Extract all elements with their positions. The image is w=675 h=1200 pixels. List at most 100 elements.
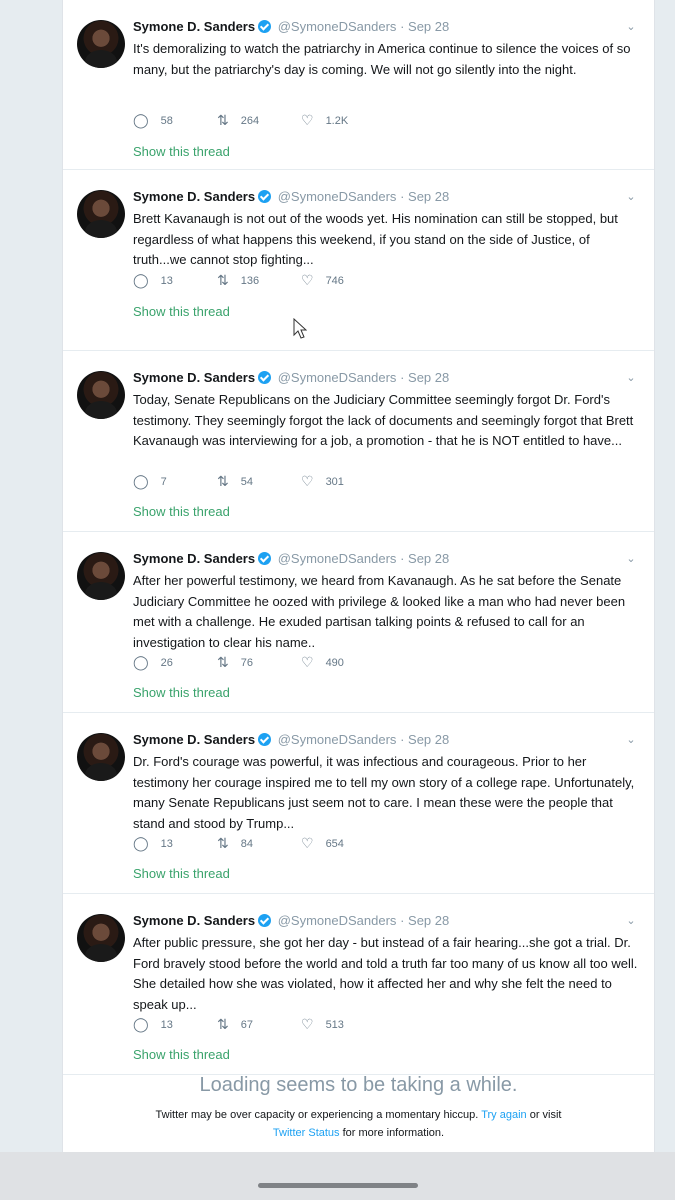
reply-button[interactable]: ◯ 26	[133, 654, 217, 671]
loading-line2-suffix: for more information.	[342, 1127, 445, 1139]
reply-button[interactable]: ◯ 58	[133, 112, 217, 129]
tweet-header: Symone D. Sanders @SymoneDSanders · Sep …	[133, 369, 638, 387]
author-name[interactable]: Symone D. Sanders	[133, 370, 255, 385]
avatar[interactable]	[77, 371, 125, 419]
retweet-button[interactable]: ⇅ 67	[217, 1016, 301, 1033]
show-thread-link[interactable]: Show this thread	[133, 866, 230, 881]
show-thread-link[interactable]: Show this thread	[133, 1047, 230, 1062]
chevron-down-icon[interactable]: ⌄	[624, 914, 638, 928]
tweet-actions: ◯ 26 ⇅ 76 ♡ 490	[133, 654, 385, 671]
tweet-text: After her powerful testimony, we heard f…	[133, 573, 626, 650]
tweet[interactable]: Symone D. Sanders @SymoneDSanders · Sep …	[63, 351, 654, 532]
tweet-header: Symone D. Sanders @SymoneDSanders · Sep …	[133, 731, 638, 749]
reply-button[interactable]: ◯ 13	[133, 1016, 217, 1033]
like-button[interactable]: ♡ 746	[301, 272, 385, 289]
author-name[interactable]: Symone D. Sanders	[133, 551, 255, 566]
tweet-date[interactable]: Sep 28	[408, 189, 449, 204]
reply-button[interactable]: ◯ 13	[133, 272, 217, 289]
author-handle[interactable]: @SymoneDSanders	[278, 370, 397, 385]
tweet-actions: ◯ 13 ⇅ 67 ♡ 513	[133, 1016, 385, 1033]
tweet-date[interactable]: Sep 28	[408, 913, 449, 928]
tweet-header: Symone D. Sanders @SymoneDSanders · Sep …	[133, 18, 638, 36]
try-again-link[interactable]: Try again	[481, 1109, 526, 1121]
author-handle[interactable]: @SymoneDSanders	[278, 913, 397, 928]
tweet-date[interactable]: Sep 28	[408, 732, 449, 747]
author-handle[interactable]: @SymoneDSanders	[278, 551, 397, 566]
like-button[interactable]: ♡ 513	[301, 1016, 385, 1033]
separator-dot: ·	[400, 19, 405, 34]
avatar[interactable]	[77, 190, 125, 238]
chevron-down-icon[interactable]: ⌄	[624, 733, 638, 747]
avatar[interactable]	[77, 20, 125, 68]
tweet[interactable]: Symone D. Sanders @SymoneDSanders · Sep …	[63, 170, 654, 351]
tweet[interactable]: Symone D. Sanders @SymoneDSanders · Sep …	[63, 894, 654, 1075]
loading-message: Twitter may be over capacity or experien…	[63, 1106, 654, 1142]
tweet[interactable]: Symone D. Sanders @SymoneDSanders · Sep …	[63, 0, 654, 170]
author-handle[interactable]: @SymoneDSanders	[278, 189, 397, 204]
loading-notice: Loading seems to be taking a while. Twit…	[63, 1070, 654, 1142]
author-handle[interactable]: @SymoneDSanders	[278, 732, 397, 747]
reply-icon: ◯	[133, 1016, 149, 1032]
heart-icon: ♡	[301, 473, 314, 489]
retweet-button[interactable]: ⇅ 54	[217, 473, 301, 490]
tweet-date[interactable]: Sep 28	[408, 19, 449, 34]
timeline: Symone D. Sanders @SymoneDSanders · Sep …	[62, 0, 655, 1152]
like-button[interactable]: ♡ 490	[301, 654, 385, 671]
like-count: 746	[325, 274, 344, 287]
reply-button[interactable]: ◯ 7	[133, 473, 217, 490]
retweet-button[interactable]: ⇅ 84	[217, 835, 301, 852]
show-thread-link[interactable]: Show this thread	[133, 144, 230, 159]
retweet-button[interactable]: ⇅ 264	[217, 112, 301, 129]
reply-icon: ◯	[133, 654, 149, 670]
heart-icon: ♡	[301, 1016, 314, 1032]
avatar[interactable]	[77, 552, 125, 600]
reply-icon: ◯	[133, 112, 149, 128]
retweet-icon: ⇅	[217, 473, 229, 489]
verified-badge-icon	[258, 20, 272, 33]
author-name[interactable]: Symone D. Sanders	[133, 732, 255, 747]
like-button[interactable]: ♡ 301	[301, 473, 385, 490]
loading-title: Loading seems to be taking a while.	[199, 1074, 518, 1096]
retweet-count: 54	[240, 475, 253, 488]
tweet[interactable]: Symone D. Sanders @SymoneDSanders · Sep …	[63, 713, 654, 894]
author-name[interactable]: Symone D. Sanders	[133, 19, 255, 34]
verified-badge-icon	[258, 733, 272, 746]
author-name[interactable]: Symone D. Sanders	[133, 189, 255, 204]
author-handle[interactable]: @SymoneDSanders	[278, 19, 397, 34]
like-button[interactable]: ♡ 654	[301, 835, 385, 852]
retweet-icon: ⇅	[217, 272, 229, 288]
tweet-body: Symone D. Sanders @SymoneDSanders · Sep …	[133, 550, 638, 653]
home-indicator[interactable]	[258, 1183, 418, 1188]
retweet-button[interactable]: ⇅ 76	[217, 654, 301, 671]
chevron-down-icon[interactable]: ⌄	[624, 371, 638, 385]
tweet-actions: ◯ 58 ⇅ 264 ♡ 1.2K	[133, 112, 385, 129]
tweet-text: After public pressure, she got her day -…	[133, 935, 638, 1012]
avatar[interactable]	[77, 914, 125, 962]
chevron-down-icon[interactable]: ⌄	[624, 552, 638, 566]
show-thread-link[interactable]: Show this thread	[133, 685, 230, 700]
show-thread-link[interactable]: Show this thread	[133, 304, 230, 319]
heart-icon: ♡	[301, 835, 314, 851]
verified-badge-icon	[258, 371, 272, 384]
separator-dot: ·	[400, 913, 405, 928]
reply-button[interactable]: ◯ 13	[133, 835, 217, 852]
retweet-button[interactable]: ⇅ 136	[217, 272, 301, 289]
show-thread-link[interactable]: Show this thread	[133, 504, 230, 519]
tweet-date[interactable]: Sep 28	[408, 551, 449, 566]
twitter-status-link[interactable]: Twitter Status	[273, 1127, 340, 1139]
avatar[interactable]	[77, 733, 125, 781]
tweet-actions: ◯ 13 ⇅ 84 ♡ 654	[133, 835, 385, 852]
tweet-body: Symone D. Sanders @SymoneDSanders · Sep …	[133, 731, 638, 834]
tweet-body: Symone D. Sanders @SymoneDSanders · Sep …	[133, 369, 638, 452]
tweet-date[interactable]: Sep 28	[408, 370, 449, 385]
tweet-header: Symone D. Sanders @SymoneDSanders · Sep …	[133, 912, 638, 930]
reply-count: 7	[160, 475, 167, 488]
chevron-down-icon[interactable]: ⌄	[624, 20, 638, 34]
tweet-text: Dr. Ford's courage was powerful, it was …	[133, 754, 635, 831]
author-name[interactable]: Symone D. Sanders	[133, 913, 255, 928]
retweet-icon: ⇅	[217, 835, 229, 851]
like-count: 513	[325, 1018, 344, 1031]
like-button[interactable]: ♡ 1.2K	[301, 112, 385, 129]
chevron-down-icon[interactable]: ⌄	[624, 190, 638, 204]
tweet[interactable]: Symone D. Sanders @SymoneDSanders · Sep …	[63, 532, 654, 713]
